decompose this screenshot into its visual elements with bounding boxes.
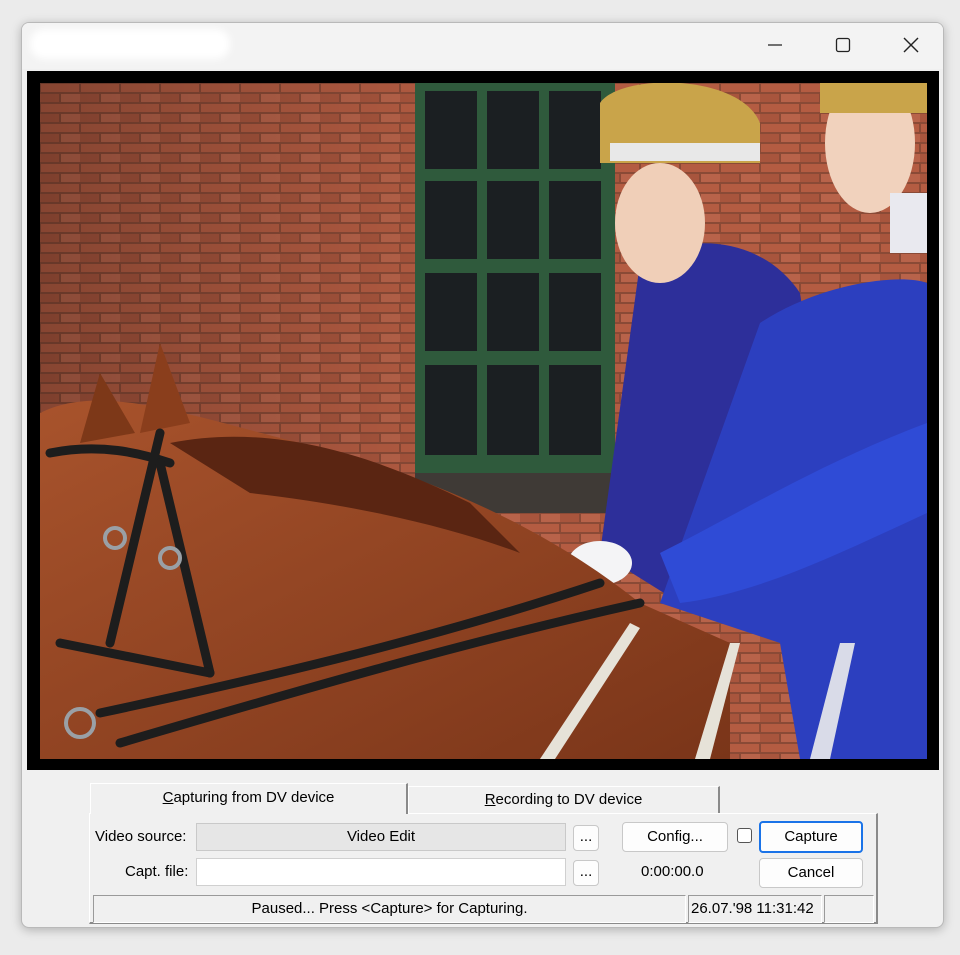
status-message: Paused... Press <Capture> for Capturing. bbox=[93, 895, 686, 923]
timecode-display: 0:00:00.0 bbox=[641, 863, 704, 880]
status-datetime: 26.07.'98 11:31:42 bbox=[688, 895, 822, 923]
cancel-button[interactable]: Cancel bbox=[759, 858, 863, 888]
video-preview-image bbox=[40, 83, 927, 759]
close-button[interactable] bbox=[888, 23, 934, 67]
video-source-field[interactable]: Video Edit bbox=[196, 823, 566, 851]
capt-file-label: Capt. file: bbox=[125, 863, 189, 880]
capture-button[interactable]: Capture bbox=[759, 821, 863, 853]
video-source-browse-button[interactable]: ... bbox=[573, 825, 599, 851]
capture-option-checkbox[interactable] bbox=[737, 828, 752, 843]
tab-capturing-label: Capturing from DV device bbox=[162, 789, 335, 806]
tab-recording-label: Recording to DV device bbox=[484, 791, 643, 808]
capture-window: Capturing from DV device Recording to DV… bbox=[21, 22, 944, 928]
config-button[interactable]: Config... bbox=[622, 822, 728, 852]
tab-recording-to-dv-device[interactable]: Recording to DV device bbox=[408, 786, 720, 813]
window-title-redacted bbox=[30, 29, 230, 59]
maximize-button[interactable] bbox=[820, 23, 866, 67]
status-extra bbox=[824, 895, 874, 923]
capt-file-input[interactable] bbox=[196, 858, 566, 886]
capt-file-browse-button[interactable]: ... bbox=[573, 860, 599, 886]
close-icon bbox=[903, 37, 919, 53]
video-source-label: Video source: bbox=[95, 828, 187, 845]
tab-capturing-from-dv-device[interactable]: Capturing from DV device bbox=[90, 783, 408, 814]
maximize-icon bbox=[835, 37, 851, 53]
video-preview bbox=[27, 71, 939, 770]
minimize-button[interactable] bbox=[752, 23, 798, 67]
title-bar[interactable] bbox=[22, 23, 943, 69]
minimize-icon bbox=[768, 44, 782, 46]
